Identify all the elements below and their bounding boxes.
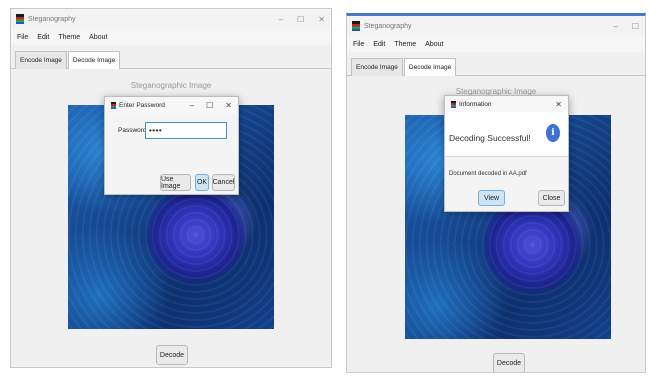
right-title-bar[interactable]: Steganography – ☐ bbox=[347, 16, 645, 36]
app-icon bbox=[16, 14, 24, 24]
decoding-successful-heading: Decoding Successful! bbox=[449, 133, 531, 143]
menu-theme[interactable]: Theme bbox=[394, 41, 416, 48]
password-label: Password: bbox=[118, 127, 149, 134]
minimize-button[interactable]: – bbox=[279, 15, 283, 24]
information-dialog: Information ✕ Decoding Successful! i Doc… bbox=[444, 95, 569, 212]
left-tab-bar: Encode Image Decode Image bbox=[11, 51, 331, 69]
info-dialog-title-bar[interactable]: Information ✕ bbox=[445, 96, 568, 112]
decode-button[interactable]: Decode bbox=[156, 345, 188, 365]
enter-password-dialog: Enter Password – ☐ ✕ Password: •••• Use … bbox=[104, 96, 239, 195]
menu-edit[interactable]: Edit bbox=[37, 34, 49, 41]
section-title: Steganographic Image bbox=[130, 81, 212, 90]
tab-encode-image[interactable]: Encode Image bbox=[351, 58, 403, 76]
app-icon bbox=[451, 100, 456, 108]
info-icon: i bbox=[546, 124, 560, 142]
info-dialog-title: Information bbox=[459, 100, 492, 108]
close-button[interactable]: ✕ bbox=[318, 15, 325, 24]
right-tab-bar: Encode Image Decode Image bbox=[347, 58, 645, 76]
close-button[interactable]: Close bbox=[538, 190, 565, 206]
left-menu-bar: File Edit Theme About bbox=[11, 29, 331, 45]
menu-file[interactable]: File bbox=[17, 34, 28, 41]
password-dialog-title-bar[interactable]: Enter Password – ☐ ✕ bbox=[105, 97, 238, 113]
dialog-close-button[interactable]: ✕ bbox=[555, 100, 562, 109]
cancel-button[interactable]: Cancel bbox=[212, 174, 235, 191]
view-button[interactable]: View bbox=[478, 190, 505, 206]
dialog-minimize-button[interactable]: – bbox=[190, 101, 194, 110]
info-dialog-header: Decoding Successful! i bbox=[445, 112, 568, 157]
menu-file[interactable]: File bbox=[353, 41, 364, 48]
tab-encode-image[interactable]: Encode Image bbox=[15, 51, 67, 69]
dialog-close-button[interactable]: ✕ bbox=[225, 101, 232, 110]
decode-button[interactable]: Decode bbox=[493, 353, 525, 372]
menu-theme[interactable]: Theme bbox=[58, 34, 80, 41]
password-dialog-title: Enter Password bbox=[119, 101, 165, 109]
maximize-button[interactable]: ☐ bbox=[632, 22, 639, 31]
info-message: Document decoded in AA.pdf bbox=[449, 171, 527, 177]
app-icon bbox=[111, 101, 116, 109]
right-menu-bar: File Edit Theme About bbox=[347, 36, 645, 52]
use-image-button[interactable]: Use Image bbox=[160, 174, 191, 191]
left-title-bar[interactable]: Steganography – ☐ ✕ bbox=[11, 9, 331, 29]
app-icon bbox=[352, 21, 360, 31]
dialog-maximize-button[interactable]: ☐ bbox=[206, 101, 213, 110]
right-window-title: Steganography bbox=[364, 22, 412, 30]
menu-about[interactable]: About bbox=[89, 34, 107, 41]
password-input[interactable]: •••• bbox=[145, 122, 227, 139]
ok-button[interactable]: OK bbox=[195, 174, 209, 191]
minimize-button[interactable]: – bbox=[613, 22, 617, 31]
tab-decode-image[interactable]: Decode Image bbox=[403, 58, 457, 76]
tab-decode-image[interactable]: Decode Image bbox=[67, 51, 121, 69]
menu-about[interactable]: About bbox=[425, 41, 443, 48]
left-window-title: Steganography bbox=[28, 15, 76, 23]
maximize-button[interactable]: ☐ bbox=[297, 15, 304, 24]
menu-edit[interactable]: Edit bbox=[373, 41, 385, 48]
